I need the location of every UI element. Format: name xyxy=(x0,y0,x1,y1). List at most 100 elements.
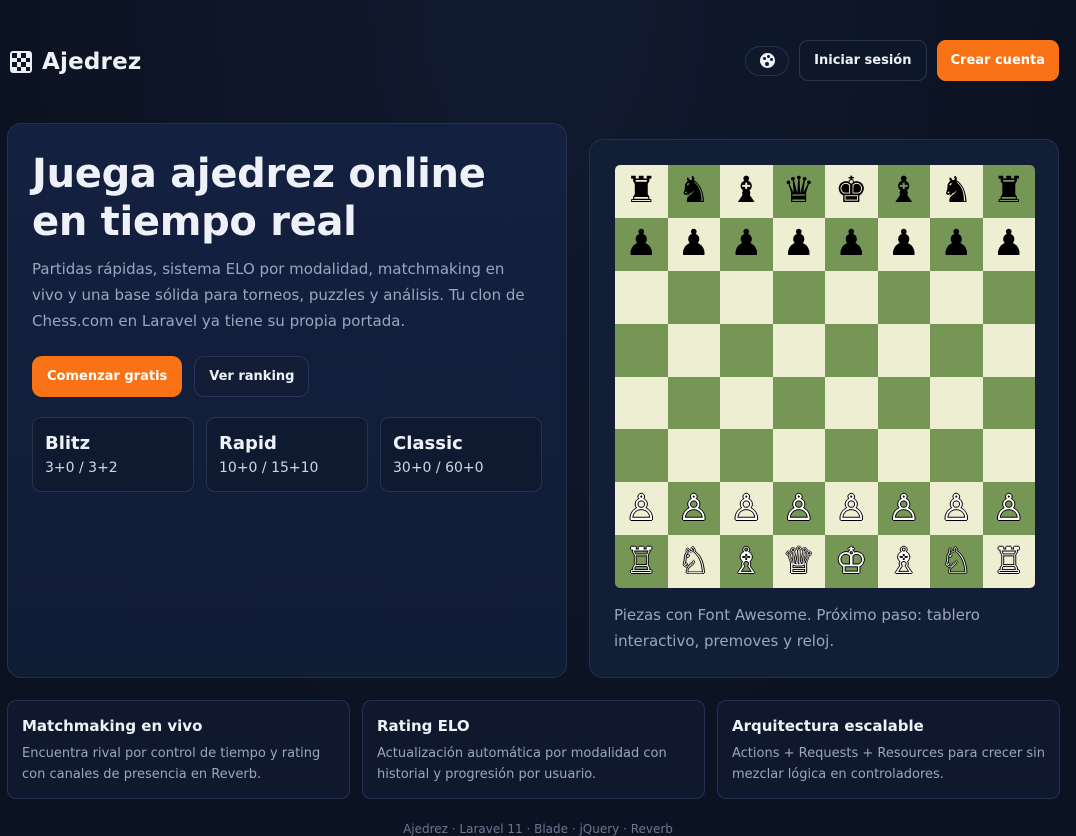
start-free-button[interactable]: Comenzar gratis xyxy=(32,356,183,397)
square-g7[interactable]: ♟ xyxy=(930,217,983,271)
square-f8[interactable]: ♝ xyxy=(877,165,930,218)
black-piece-icon[interactable]: ♜ xyxy=(993,173,1025,209)
square-a7[interactable]: ♟ xyxy=(615,217,668,271)
theme-toggle-button[interactable] xyxy=(745,45,790,76)
login-button[interactable]: Iniciar sesión xyxy=(799,40,927,81)
white-piece-icon[interactable]: ♗ xyxy=(888,543,920,580)
square-h8[interactable]: ♜ xyxy=(982,165,1035,218)
square-g2[interactable]: ♙ xyxy=(930,482,983,536)
white-piece-icon[interactable]: ♘ xyxy=(678,543,710,580)
square-d5[interactable] xyxy=(772,323,825,377)
white-piece-icon[interactable]: ♙ xyxy=(783,490,815,527)
signup-button[interactable]: Crear cuenta xyxy=(936,40,1059,81)
square-d4[interactable] xyxy=(772,376,825,430)
white-piece-icon[interactable]: ♖ xyxy=(993,543,1025,580)
black-piece-icon[interactable]: ♟ xyxy=(993,226,1025,262)
square-e6[interactable] xyxy=(825,270,878,324)
square-a1[interactable]: ♖ xyxy=(615,535,668,588)
square-d8[interactable]: ♛ xyxy=(772,165,825,218)
square-g5[interactable] xyxy=(930,323,983,377)
square-e7[interactable]: ♟ xyxy=(825,217,878,271)
square-d6[interactable] xyxy=(772,270,825,324)
square-b3[interactable] xyxy=(667,429,720,483)
square-h2[interactable]: ♙ xyxy=(982,482,1035,536)
square-a8[interactable]: ♜ xyxy=(615,165,668,218)
square-e3[interactable] xyxy=(825,429,878,483)
square-f3[interactable] xyxy=(877,429,930,483)
white-piece-icon[interactable]: ♗ xyxy=(730,543,762,580)
white-piece-icon[interactable]: ♔ xyxy=(835,543,867,580)
square-a6[interactable] xyxy=(615,270,668,324)
black-piece-icon[interactable]: ♟ xyxy=(625,226,657,262)
black-piece-icon[interactable]: ♝ xyxy=(888,173,920,209)
white-piece-icon[interactable]: ♕ xyxy=(783,543,815,580)
square-h7[interactable]: ♟ xyxy=(982,217,1035,271)
white-piece-icon[interactable]: ♙ xyxy=(678,490,710,527)
white-piece-icon[interactable]: ♙ xyxy=(625,490,657,527)
square-c7[interactable]: ♟ xyxy=(720,217,773,271)
square-b1[interactable]: ♘ xyxy=(667,535,720,588)
black-piece-icon[interactable]: ♟ xyxy=(678,226,710,262)
square-h4[interactable] xyxy=(982,376,1035,430)
square-c6[interactable] xyxy=(720,270,773,324)
square-c3[interactable] xyxy=(720,429,773,483)
square-d1[interactable]: ♕ xyxy=(772,535,825,588)
square-a4[interactable] xyxy=(615,376,668,430)
square-f1[interactable]: ♗ xyxy=(877,535,930,588)
chessboard[interactable]: ♜ ♞ ♝ ♛ ♚ ♝ ♞ ♜ ♟ ♟ ♟ ♟ ♟ ♟ ♟ ♟ ♙ ♙ ♙ ♙ ♙ ♙ ♙ ♙ ♖ ♘ ♗ ♕ ♔ ♗ ♘ ♖ xyxy=(615,165,1035,588)
square-g1[interactable]: ♘ xyxy=(930,535,983,588)
square-c5[interactable] xyxy=(720,323,773,377)
black-piece-icon[interactable]: ♜ xyxy=(625,173,657,209)
black-piece-icon[interactable]: ♟ xyxy=(940,226,972,262)
square-a3[interactable] xyxy=(615,429,668,483)
square-e4[interactable] xyxy=(825,376,878,430)
square-f5[interactable] xyxy=(877,323,930,377)
square-c8[interactable]: ♝ xyxy=(720,165,773,218)
black-piece-icon[interactable]: ♚ xyxy=(835,173,867,209)
square-c1[interactable]: ♗ xyxy=(720,535,773,588)
white-piece-icon[interactable]: ♘ xyxy=(940,543,972,580)
square-c2[interactable]: ♙ xyxy=(720,482,773,536)
white-piece-icon[interactable]: ♙ xyxy=(940,490,972,527)
square-g3[interactable] xyxy=(930,429,983,483)
square-b7[interactable]: ♟ xyxy=(667,217,720,271)
black-piece-icon[interactable]: ♞ xyxy=(678,173,710,209)
square-f6[interactable] xyxy=(877,270,930,324)
square-a2[interactable]: ♙ xyxy=(615,482,668,536)
black-piece-icon[interactable]: ♟ xyxy=(730,226,762,262)
white-piece-icon[interactable]: ♙ xyxy=(835,490,867,527)
square-g6[interactable] xyxy=(930,270,983,324)
square-g8[interactable]: ♞ xyxy=(930,165,983,218)
square-b5[interactable] xyxy=(667,323,720,377)
square-e1[interactable]: ♔ xyxy=(825,535,878,588)
square-f2[interactable]: ♙ xyxy=(877,482,930,536)
white-piece-icon[interactable]: ♙ xyxy=(888,490,920,527)
square-b4[interactable] xyxy=(667,376,720,430)
square-h1[interactable]: ♖ xyxy=(982,535,1035,588)
black-piece-icon[interactable]: ♞ xyxy=(940,173,972,209)
square-b2[interactable]: ♙ xyxy=(667,482,720,536)
square-h3[interactable] xyxy=(982,429,1035,483)
black-piece-icon[interactable]: ♟ xyxy=(888,226,920,262)
square-e5[interactable] xyxy=(825,323,878,377)
square-e8[interactable]: ♚ xyxy=(825,165,878,218)
black-piece-icon[interactable]: ♟ xyxy=(835,226,867,262)
square-e2[interactable]: ♙ xyxy=(825,482,878,536)
square-f4[interactable] xyxy=(877,376,930,430)
square-f7[interactable]: ♟ xyxy=(877,217,930,271)
black-piece-icon[interactable]: ♛ xyxy=(783,173,815,209)
square-h6[interactable] xyxy=(982,270,1035,324)
view-ranking-button[interactable]: Ver ranking xyxy=(194,356,310,397)
square-a5[interactable] xyxy=(615,323,668,377)
square-g4[interactable] xyxy=(930,376,983,430)
square-b8[interactable]: ♞ xyxy=(667,165,720,218)
brand[interactable]: Ajedrez xyxy=(10,46,141,78)
white-piece-icon[interactable]: ♙ xyxy=(993,490,1025,527)
black-piece-icon[interactable]: ♟ xyxy=(783,226,815,262)
square-d2[interactable]: ♙ xyxy=(772,482,825,536)
square-c4[interactable] xyxy=(720,376,773,430)
square-b6[interactable] xyxy=(667,270,720,324)
white-piece-icon[interactable]: ♖ xyxy=(625,543,657,580)
square-h5[interactable] xyxy=(982,323,1035,377)
square-d3[interactable] xyxy=(772,429,825,483)
